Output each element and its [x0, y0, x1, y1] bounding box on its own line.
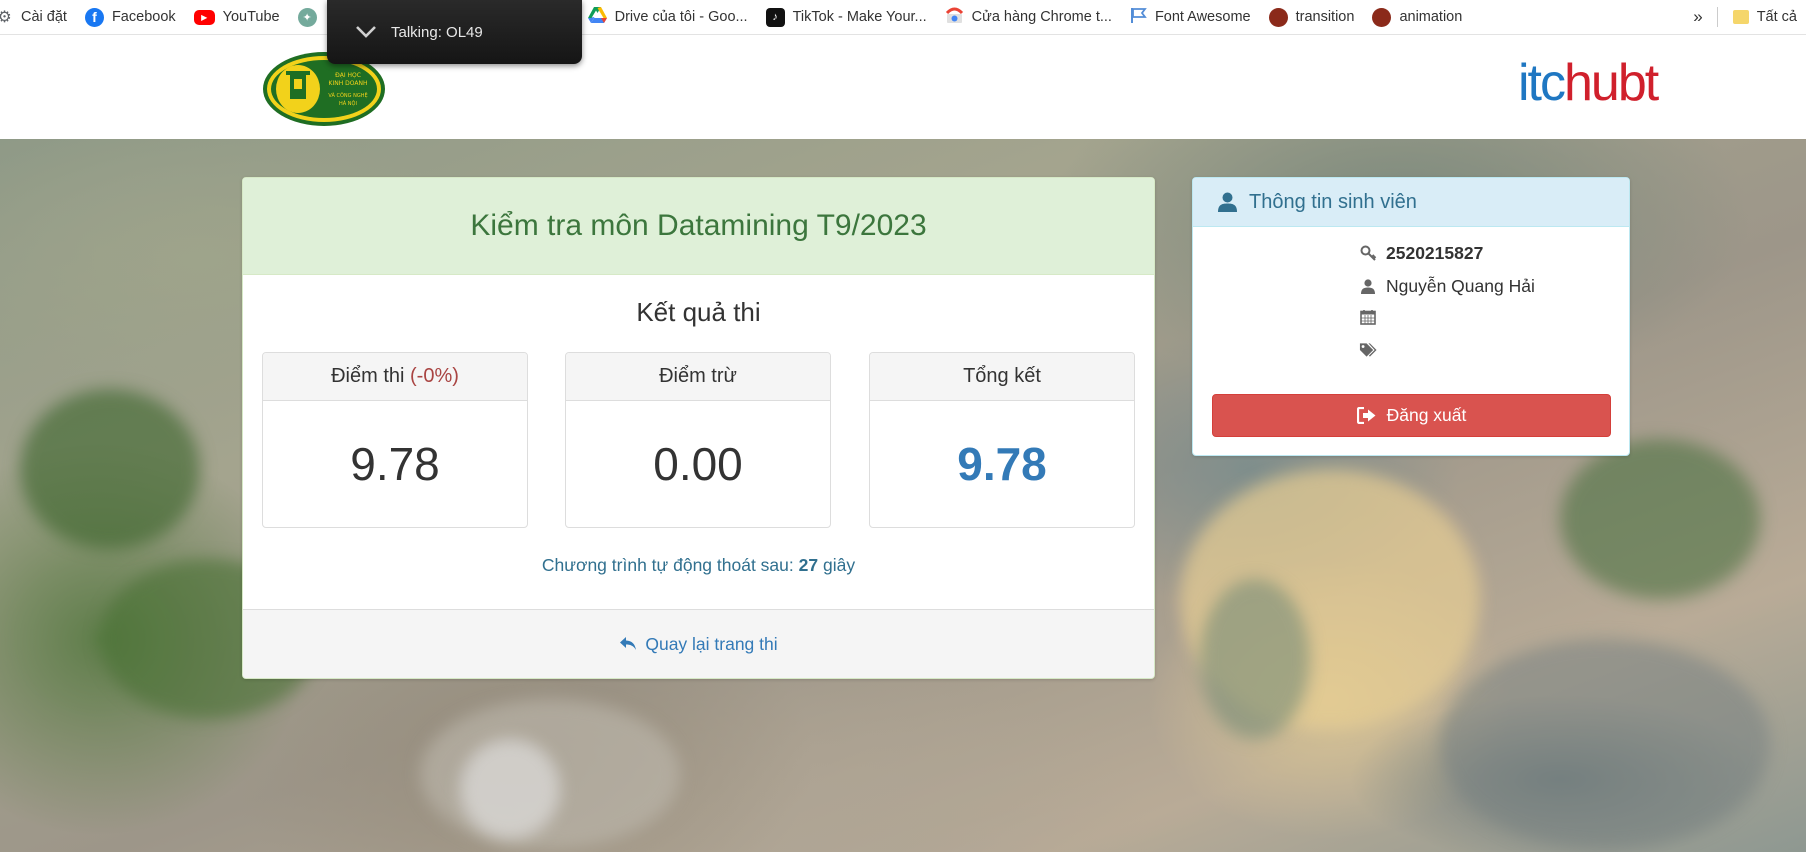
exam-score-header: Điểm thi (-0%) — [263, 353, 527, 401]
bookmark-drive[interactable]: Drive của tôi - Goo... — [579, 0, 757, 34]
student-name: Nguyễn Quang Hải — [1386, 276, 1535, 296]
sign-out-icon — [1356, 407, 1376, 424]
avatar-icon — [1372, 7, 1392, 27]
deduction-header: Điểm trừ — [566, 353, 830, 401]
svg-text:HÀ NỘI: HÀ NỘI — [339, 100, 357, 107]
user-icon — [1359, 279, 1377, 294]
svg-text:VÀ CÔNG NGHỆ: VÀ CÔNG NGHỆ — [328, 91, 367, 99]
gear-icon: ⚙ — [0, 9, 13, 26]
bookmark-transition[interactable]: transition — [1260, 0, 1364, 34]
facebook-icon: f — [84, 7, 104, 27]
student-name-row: Nguyễn Quang Hải — [1359, 276, 1535, 297]
google-drive-icon — [587, 6, 607, 28]
tags-icon — [1359, 342, 1377, 358]
student-info-header: Thông tin sinh viên — [1193, 178, 1629, 227]
itchubt-logo[interactable]: itchubt — [1518, 57, 1659, 109]
bookmark-all-folder[interactable]: Tất cả — [1724, 0, 1806, 34]
font-awesome-flag-icon — [1130, 7, 1147, 28]
exam-score-value: 9.78 — [350, 438, 440, 490]
svg-text:ĐẠI HỌC: ĐẠI HỌC — [335, 72, 361, 79]
auto-logout-countdown: Chương trình tự động thoát sau: 27 giây — [541, 555, 856, 575]
talking-label: Talking: OL49 — [391, 23, 483, 41]
exam-title: Kiểm tra môn Datamining T9/2023 — [470, 209, 927, 242]
exam-result-panel: Kiểm tra môn Datamining T9/2023 Kết quả … — [242, 177, 1155, 679]
reply-arrow-icon — [620, 637, 637, 650]
bookmarks-bar: ⚙ Cài đặt f Facebook ▶ YouTube ✦ Drive c… — [0, 0, 1806, 35]
student-dob-row — [1359, 309, 1386, 325]
total-score-value: 9.78 — [957, 438, 1047, 490]
deduction-box: Điểm trừ 0.00 — [565, 352, 831, 528]
talking-indicator[interactable]: Talking: OL49 — [327, 0, 582, 64]
svg-text:KINH DOANH: KINH DOANH — [329, 80, 368, 87]
bookmark-animation[interactable]: animation — [1363, 0, 1471, 34]
site-header: ĐẠI HỌC KINH DOANH VÀ CÔNG NGHỆ HÀ NỘI i… — [0, 35, 1806, 139]
folder-icon — [1732, 10, 1749, 24]
bookmark-youtube[interactable]: ▶ YouTube — [185, 0, 289, 34]
student-id-row: 2520215827 — [1359, 243, 1483, 264]
total-score-box: Tổng kết 9.78 — [869, 352, 1135, 528]
youtube-icon: ▶ — [193, 9, 215, 25]
avatar-icon — [1268, 7, 1288, 27]
openai-icon: ✦ — [297, 7, 317, 27]
bookmarks-divider — [1716, 7, 1718, 27]
calendar-icon — [1359, 309, 1377, 325]
chrome-web-store-icon — [945, 7, 964, 28]
deduction-percent: (-0%) — [410, 365, 459, 387]
exam-panel-header: Kiểm tra môn Datamining T9/2023 — [243, 178, 1154, 275]
bookmark-chrome-store[interactable]: Cửa hàng Chrome t... — [936, 0, 1121, 34]
deduction-value: 0.00 — [653, 438, 743, 490]
student-id: 2520215827 — [1386, 243, 1484, 263]
result-title: Kết quả thi — [636, 297, 761, 327]
score-boxes: Điểm thi (-0%) 9.78 Điểm trừ 0.00 Tổng k… — [243, 352, 1154, 528]
chevron-down-icon — [356, 26, 376, 38]
logout-button[interactable]: Đăng xuất — [1212, 394, 1611, 437]
key-icon — [1359, 245, 1377, 262]
countdown-seconds: 27 — [798, 555, 819, 575]
bookmark-tiktok[interactable]: ♪ TikTok - Make Your... — [757, 0, 936, 34]
bookmark-font-awesome[interactable]: Font Awesome — [1121, 0, 1260, 34]
student-info-panel: Thông tin sinh viên 2520215827 Nguyễn Qu… — [1192, 177, 1630, 456]
total-score-header: Tổng kết — [870, 353, 1134, 401]
user-icon — [1218, 192, 1237, 212]
bookmark-settings[interactable]: ⚙ Cài đặt — [0, 0, 76, 34]
bookmark-facebook[interactable]: f Facebook — [76, 0, 185, 34]
bookmarks-more-button[interactable]: » — [1685, 7, 1710, 27]
student-tags-row — [1359, 342, 1386, 358]
tiktok-icon: ♪ — [765, 7, 785, 27]
back-to-exam-link[interactable]: Quay lại trang thi — [243, 609, 1154, 678]
exam-score-box: Điểm thi (-0%) 9.78 — [262, 352, 528, 528]
